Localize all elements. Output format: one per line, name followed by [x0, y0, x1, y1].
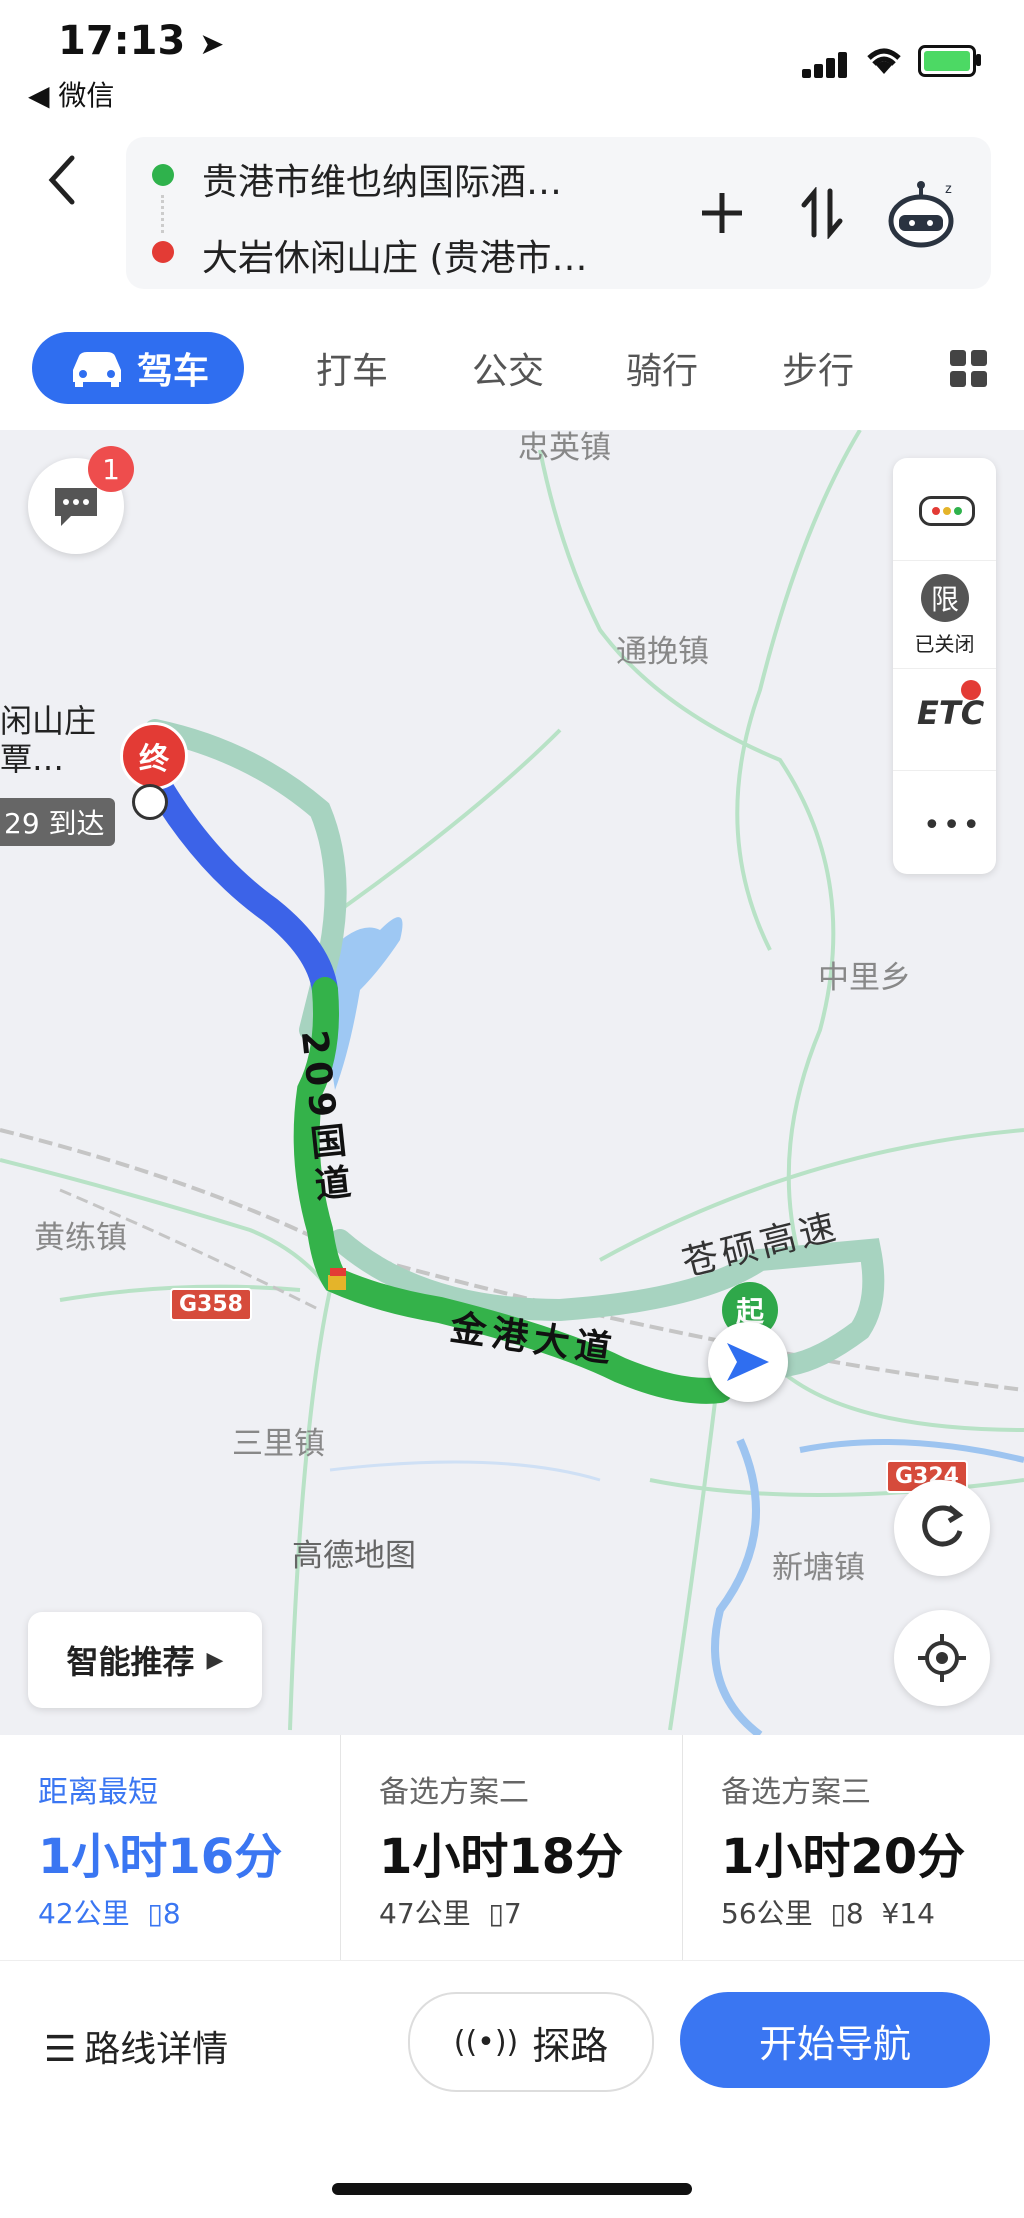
assistant-button[interactable]: z	[884, 175, 964, 251]
end-marker[interactable]: 终	[120, 722, 188, 790]
home-indicator	[332, 2183, 692, 2195]
route-card-1[interactable]: 距离最短 1小时16分 42公里 ▯8	[0, 1735, 340, 1960]
list-icon: ☰	[44, 2029, 77, 2070]
divider	[893, 668, 996, 669]
chat-bubble-icon	[55, 488, 97, 526]
route-duration: 1小时16分	[38, 1829, 283, 1885]
route-meta: 47公里 ▯7	[379, 1897, 522, 1930]
start-navigation-button[interactable]: 开始导航	[680, 1992, 990, 2088]
route-duration: 1小时20分	[721, 1829, 966, 1885]
destination-field[interactable]: 大岩休闲山庄 (贵港市…	[202, 229, 588, 281]
tab-walk[interactable]: 步行	[782, 342, 854, 394]
location-arrow-icon: ➤	[199, 27, 225, 62]
destination-map-label: 闲山庄 覃…	[0, 702, 97, 778]
robot-assistant-icon: z	[888, 180, 954, 248]
message-count-badge: 1	[88, 446, 134, 492]
traffic-light-icon: ▯	[830, 1897, 846, 1930]
map-watermark: 高德地图	[292, 1538, 416, 1574]
route-input-box: 贵港市维也纳国际酒… 大岩休闲山庄 (贵港市… z	[126, 137, 991, 289]
tab-drive-label: 驾车	[136, 351, 209, 392]
map-view[interactable]: 忠英镇 通挽镇 中里乡 黄练镇 三里镇 新塘镇 高德地图 闲山庄 覃… 29 到达…	[0, 430, 1024, 1735]
traffic-light-icon[interactable]	[919, 496, 975, 526]
arrival-time-badge: 29 到达	[0, 798, 115, 846]
tab-drive[interactable]: 驾车	[32, 332, 244, 404]
refresh-icon	[922, 1505, 964, 1547]
route-card-3[interactable]: 备选方案三 1小时20分 56公里 ▯8 ¥14	[683, 1735, 1023, 1960]
route-label: 距离最短	[38, 1775, 158, 1810]
play-triangle-icon: ▶	[206, 1647, 224, 1673]
plus-icon	[702, 193, 742, 233]
traffic-light-icon: ▯	[147, 1897, 163, 1930]
toll-cost: ¥14	[881, 1897, 935, 1930]
cellular-signal-icon	[802, 50, 848, 78]
divider	[893, 560, 996, 561]
etc-button[interactable]: ETC	[917, 694, 984, 732]
locate-me-button[interactable]	[894, 1610, 990, 1706]
car-icon	[72, 352, 121, 387]
route-options: 距离最短 1小时16分 42公里 ▯8 备选方案二 1小时18分 47公里 ▯7…	[0, 1735, 1024, 1960]
tab-transit[interactable]: 公交	[472, 342, 544, 394]
smart-recommend-button[interactable]: 智能推荐 ▶	[28, 1612, 262, 1708]
destination-dot	[152, 241, 174, 263]
swap-route-button[interactable]	[792, 183, 852, 243]
place-label: 忠英镇	[518, 430, 611, 466]
etc-notification-dot	[961, 680, 981, 700]
tab-bike[interactable]: 骑行	[626, 342, 698, 394]
route-details-button[interactable]: ☰ 路线详情	[44, 2020, 228, 2072]
route-duration: 1小时18分	[379, 1829, 624, 1885]
traffic-light-icon: ▯	[488, 1897, 504, 1930]
wifi-icon	[867, 48, 901, 74]
route-label: 备选方案三	[721, 1775, 871, 1810]
route-card-2[interactable]: 备选方案二 1小时18分 47公里 ▯7	[341, 1735, 681, 1960]
place-label: 中里乡	[818, 960, 911, 996]
route-label: 备选方案二	[379, 1775, 529, 1810]
battery-icon	[918, 45, 976, 77]
refresh-button[interactable]	[894, 1480, 990, 1576]
route-connector	[161, 195, 168, 233]
end-point-dot	[132, 784, 168, 820]
highway-shield: G358	[170, 1288, 252, 1321]
broadcast-icon: ((•))	[453, 2024, 519, 2060]
place-label: 三里镇	[232, 1426, 325, 1462]
more-options-icon[interactable]: •••	[923, 808, 982, 843]
route-meta: 42公里 ▯8	[38, 1897, 181, 1930]
status-bar: 17:13 ➤ ◀ 微信	[0, 0, 1024, 130]
explore-route-button[interactable]: ((•)) 探路	[408, 1992, 654, 2092]
map-roads	[0, 430, 1024, 1735]
crosshair-icon	[918, 1634, 966, 1682]
place-label: 通挽镇	[616, 634, 709, 670]
swap-icon	[801, 187, 843, 239]
place-label: 新塘镇	[772, 1550, 865, 1586]
restriction-icon[interactable]: 限	[921, 574, 969, 622]
add-waypoint-button[interactable]	[692, 183, 752, 243]
origin-dot	[152, 164, 174, 186]
tab-taxi[interactable]: 打车	[316, 342, 388, 394]
current-location-marker	[708, 1322, 788, 1402]
origin-field[interactable]: 贵港市维也纳国际酒…	[202, 153, 562, 205]
svg-text:z: z	[945, 180, 952, 196]
restriction-status: 已关闭	[914, 632, 975, 656]
navigation-arrow-icon	[727, 1343, 769, 1381]
back-arrow-icon[interactable]	[40, 150, 90, 210]
battery-tip	[976, 54, 981, 66]
divider	[893, 770, 996, 771]
route-meta: 56公里 ▯8 ¥14	[721, 1897, 935, 1930]
clock: 17:13 ➤	[58, 18, 225, 64]
back-to-app-link[interactable]: ◀ 微信	[28, 74, 114, 114]
place-label: 黄练镇	[34, 1220, 127, 1256]
map-side-panel: 限 已关闭 ETC •••	[893, 458, 996, 874]
more-modes-grid-icon[interactable]	[950, 350, 988, 388]
